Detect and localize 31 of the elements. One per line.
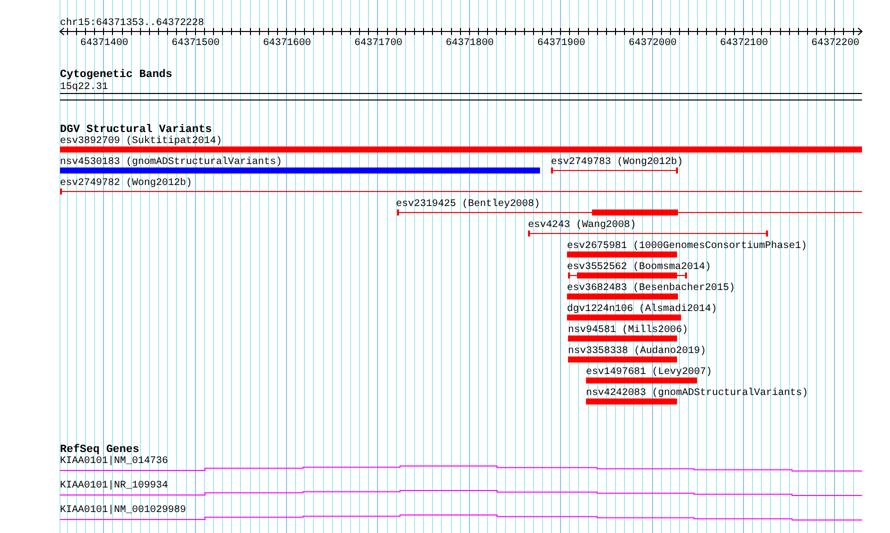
track-title: Cytogenetic Bands — [60, 69, 172, 81]
tick-label: 64371900 — [537, 38, 586, 49]
tick-label: 64372000 — [628, 38, 677, 49]
feature-label: esv4243 (Wang2008) — [528, 220, 636, 231]
tick-label: 64371700 — [354, 38, 402, 49]
tick-label: 64372200 — [811, 38, 860, 49]
feature-label: esv3552562 (Boomsma2014) — [567, 262, 712, 273]
feature-label: esv2319425 (Bentley2008) — [396, 199, 540, 210]
tick-label: 64371600 — [263, 38, 312, 49]
track-title: RefSeq Genes — [60, 444, 140, 456]
feature-label: esv1497681 (Levy2007) — [586, 367, 712, 378]
feature-label: nsv94581 (Mills2006) — [568, 325, 688, 336]
feature-label: dgv1224n106 (Alsmadi2014) — [567, 304, 718, 315]
feature-label: esv2749782 (Wong2012b) — [60, 178, 192, 189]
tick-label: 64371500 — [172, 38, 220, 49]
feature-label: nsv4242083 (gnomADStructuralVariants) — [586, 388, 808, 399]
feature-label: esv3682483 (Besenbacher2015) — [567, 283, 736, 294]
feature-label: KIAA0101|NM_014736 — [60, 456, 168, 467]
feature-label: esv3892709 (Suktitipat2014) — [60, 136, 222, 147]
tick-label: 64371400 — [80, 38, 128, 49]
track-title: DGV Structural Variants — [60, 124, 212, 136]
region-label: chr15:64371353..64372228 — [60, 18, 204, 29]
band-label: 15q22.31 — [60, 82, 108, 93]
feature-label: nsv4530183 (gnomADStructuralVariants) — [60, 157, 282, 168]
tick-label: 64371800 — [446, 38, 494, 49]
feature-label: esv2749783 (Wong2012b) — [551, 157, 684, 168]
feature-label: KIAA0101|NM_001029989 — [60, 505, 186, 516]
feature-label: esv2675981 (1000GenomesConsortiumPhase1) — [567, 241, 808, 252]
feature-label: nsv3358338 (Audano2019) — [568, 346, 706, 357]
tick-label: 64372100 — [720, 38, 768, 49]
feature-label: KIAA0101|NR_109934 — [60, 480, 168, 492]
